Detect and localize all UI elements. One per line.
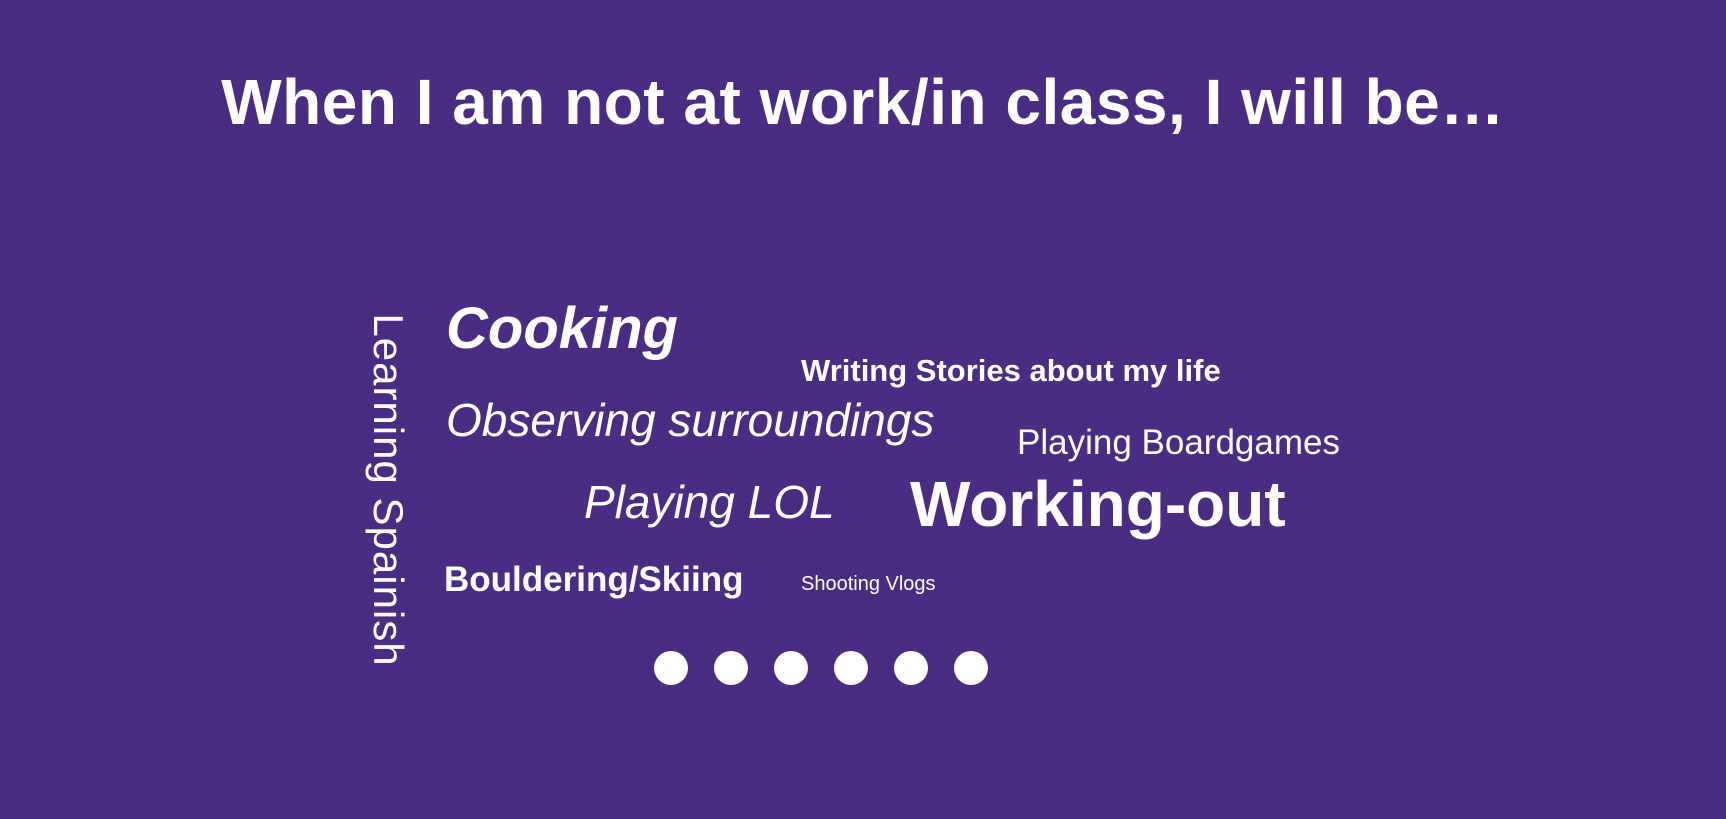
pagination-dot-6[interactable]: [954, 651, 988, 685]
word-bouldering-skiing: Bouldering/Skiing: [444, 560, 744, 599]
word-playing-lol: Playing LOL: [584, 476, 835, 528]
pagination-dot-3[interactable]: [774, 651, 808, 685]
pagination-dot-5[interactable]: [894, 651, 928, 685]
pagination-dot-1[interactable]: [654, 651, 688, 685]
word-playing-boardgames: Playing Boardgames: [1017, 423, 1340, 462]
word-shooting-vlogs: Shooting Vlogs: [801, 573, 936, 595]
word-working-out: Working-out: [910, 468, 1286, 540]
word-cooking: Cooking: [446, 296, 678, 361]
word-learning-spanish: Learning Spainish: [365, 313, 412, 667]
pagination-dots: [654, 651, 988, 685]
pagination-dot-4[interactable]: [834, 651, 868, 685]
word-writing-stories: Writing Stories about my life: [801, 353, 1221, 388]
word-observing-surroundings: Observing surroundings: [446, 394, 935, 446]
pagination-dot-2[interactable]: [714, 651, 748, 685]
slide: When I am not at work/in class, I will b…: [0, 0, 1726, 819]
slide-title: When I am not at work/in class, I will b…: [221, 66, 1505, 138]
